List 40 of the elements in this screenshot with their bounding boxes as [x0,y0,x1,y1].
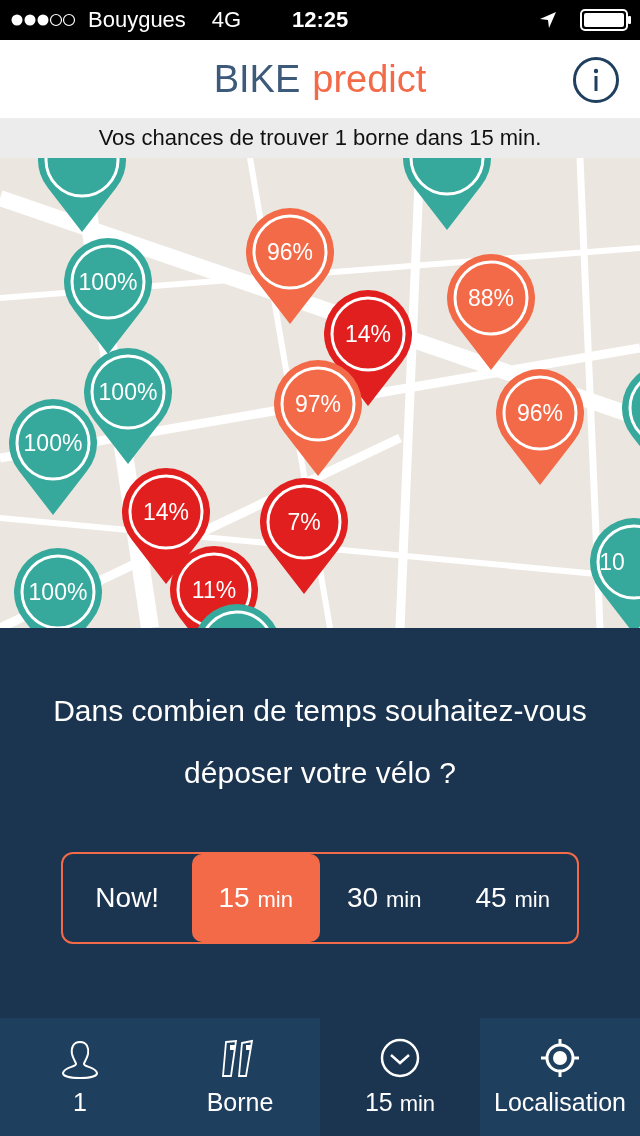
time-option[interactable]: 45 min [448,854,577,942]
availability-percentage: 100% [22,429,84,457]
battery-icon [580,9,632,31]
availability-percentage: 97% [293,390,342,418]
chevron-down-icon [380,1037,420,1080]
carrier-name: Bouygues [88,7,186,33]
info-icon[interactable] [572,56,620,104]
map-pin[interactable] [447,254,535,370]
network-type: 4G [211,7,242,33]
tab-bar-item[interactable]: 15 min [320,1018,480,1136]
tab-bar-item[interactable]: Localisation [480,1018,640,1136]
location-arrow-icon [538,10,558,30]
map-pin[interactable] [9,399,97,515]
map-pin[interactable] [274,360,362,476]
availability-percentage: 11% [190,576,238,604]
question-text: Dans combien de temps souhaitez-vous déposer votre vélo ? [52,693,588,791]
tab-bar-item[interactable]: Borne [160,1018,320,1136]
availability-percentage: 88% [466,284,515,312]
availability-percentage: 10 [598,548,626,576]
availability-percentage: 14% [141,498,190,526]
availability-percentage: 100% [97,378,159,406]
map-pin[interactable] [84,348,172,464]
clock-time: 12:25 [292,7,349,33]
target-icon [540,1037,580,1080]
time-option[interactable]: 30 min [320,854,449,942]
map-pin[interactable] [64,238,152,354]
availability-percentage: 100% [27,578,89,606]
map-pin[interactable] [246,208,334,324]
availability-percentage: 14% [343,320,392,348]
prediction-text: Vos chances de trouver 1 borne dans 15 min. [98,125,542,151]
map-pin[interactable] [260,478,348,594]
availability-percentage: 100% [77,268,139,296]
map-pin[interactable] [496,369,584,485]
app-logo-text: predict [312,57,427,101]
availability-percentage: 96% [515,399,564,427]
availability-percentage: 96% [265,238,314,266]
app-logo-text: BIKE [213,57,301,101]
time-option[interactable]: Now! [63,854,192,942]
tab-bar-item[interactable]: 1 [0,1018,160,1136]
availability-percentage: 7% [286,508,322,536]
